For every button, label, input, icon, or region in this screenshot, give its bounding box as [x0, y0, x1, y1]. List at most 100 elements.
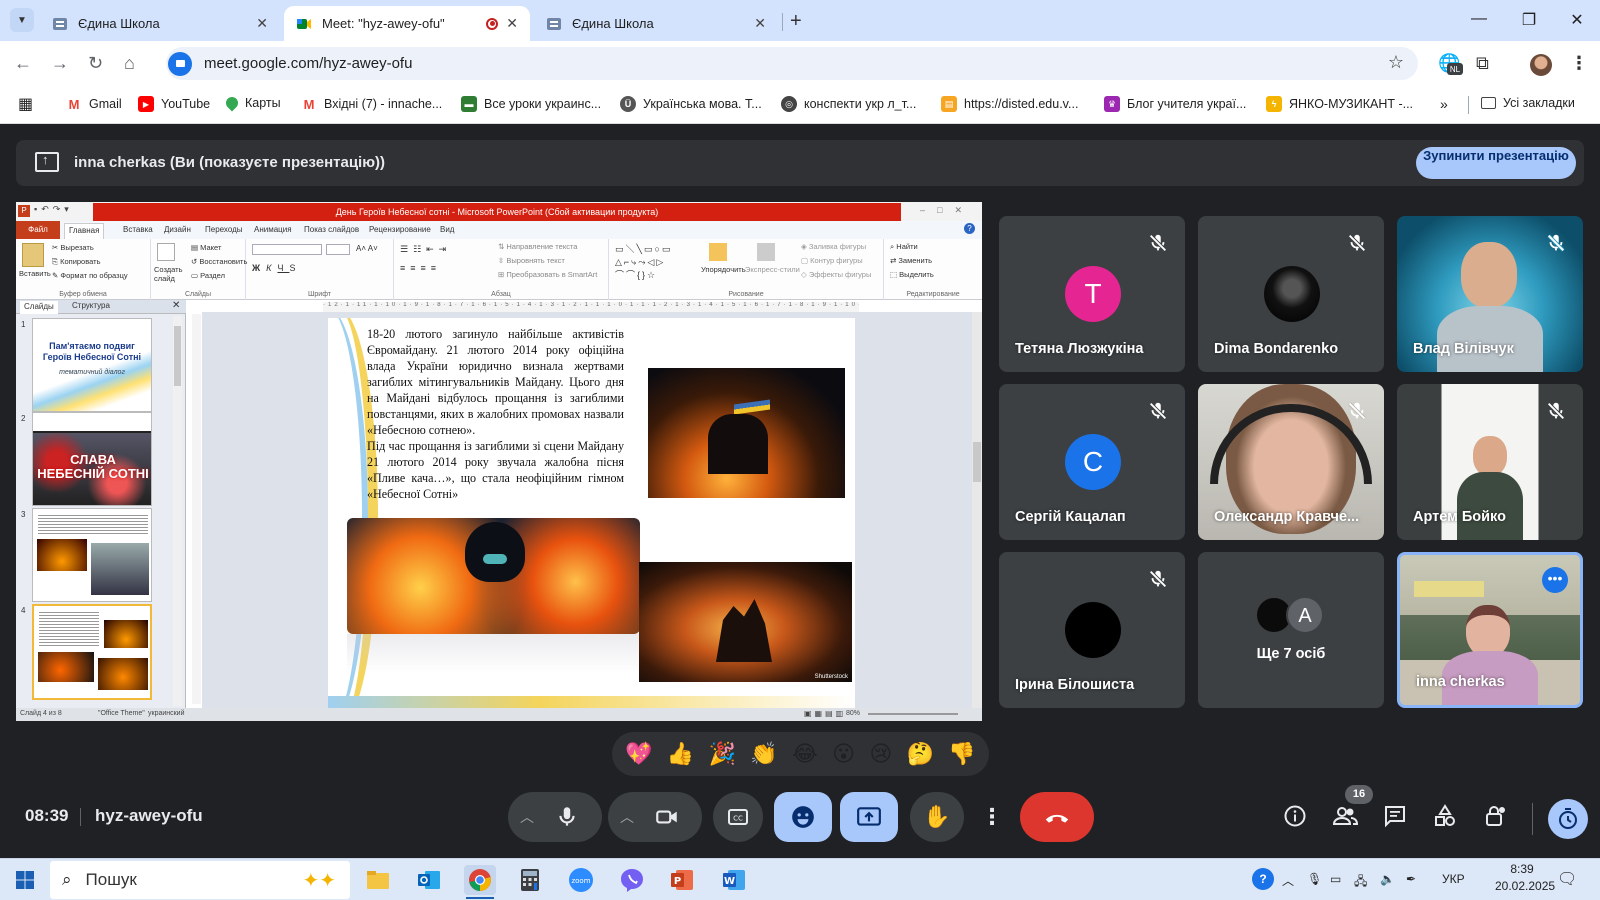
align-text-button[interactable]: ⇳ Выровнять текст — [498, 256, 565, 265]
activities-shapes-icon[interactable] — [1431, 804, 1459, 830]
arrange-icon[interactable] — [709, 243, 727, 261]
reaction-laugh-icon[interactable]: 😂 — [792, 741, 818, 767]
ppt-tab-transitions[interactable]: Переходы — [205, 225, 243, 234]
text-direction-button[interactable]: ⇅ Направление текста — [498, 242, 577, 251]
view-buttons[interactable]: ▣▦▤▥ — [804, 709, 846, 718]
file-explorer-icon[interactable] — [362, 865, 394, 895]
forward-arrow-icon[interactable]: → — [51, 53, 69, 74]
input-language[interactable]: УКР — [1442, 872, 1465, 886]
close-window-icon[interactable]: ✕ — [1562, 10, 1592, 30]
ppt-tab-animation[interactable]: Анимация — [254, 225, 292, 234]
participant-tile[interactable]: Ірина Білошиста — [999, 552, 1185, 708]
reset-button[interactable]: ↺ Восстановить — [191, 257, 247, 266]
bookmark-star-icon[interactable]: ☆ — [1388, 52, 1404, 73]
ppt-tab-view[interactable]: Вид — [440, 225, 454, 234]
browser-tab-meet[interactable]: Meet: "hyz-awey-ofu" ✕ — [284, 6, 530, 41]
slide-thumb-2[interactable]: СЛАВА НЕБЕСНІЙ СОТНІ — [32, 412, 152, 506]
bookmark-ukr-lang[interactable]: Ü Українська мова. Т... — [620, 96, 762, 112]
reaction-thumbs-up-icon[interactable]: 👍 — [667, 741, 694, 767]
slide-thumb-4[interactable] — [32, 604, 152, 700]
leave-call-button[interactable] — [1020, 792, 1094, 842]
slide-thumb-1[interactable]: Пам'ятаємо подвиг Героїв Небесної Сотні … — [32, 318, 152, 412]
help-icon[interactable]: ? — [964, 223, 975, 234]
more-options-button[interactable]: ⋮ — [974, 792, 1010, 842]
self-view-tile[interactable]: ••• inna cherkas — [1397, 552, 1583, 708]
reactions-button[interactable] — [774, 792, 832, 842]
shape-effects-button[interactable]: ◇ Эффекты фигуры — [801, 270, 871, 279]
tray-microphone-icon[interactable]: 🎙 — [1307, 872, 1322, 886]
panel-tab-slides[interactable]: Слайды — [20, 301, 58, 314]
slide-text-box[interactable]: 18-20 лютого загинуло найбільше активіст… — [367, 326, 624, 502]
meeting-code[interactable]: hyz-awey-ofu — [95, 806, 203, 826]
video-options-chevron-icon[interactable]: ︿ — [620, 807, 634, 827]
current-slide[interactable]: 18-20 лютого загинуло найбільше активіст… — [328, 318, 855, 708]
present-now-button[interactable] — [840, 792, 898, 842]
ppt-tab-design[interactable]: Дизайн — [164, 225, 191, 234]
viber-icon[interactable] — [616, 865, 648, 895]
participant-tile[interactable]: Влад Вілівчук — [1397, 216, 1583, 372]
format-painter-button[interactable]: ✎ Формат по образцу — [52, 271, 128, 280]
smartart-button[interactable]: ⊞ Преобразовать в SmartArt — [498, 270, 597, 279]
close-tab-icon[interactable]: ✕ — [256, 15, 268, 32]
bookmark-maps[interactable]: Карты — [223, 94, 281, 112]
list-icons[interactable]: ☰☷⇤⇥ — [400, 244, 451, 255]
browser-tab-1[interactable]: Єдина Школа ✕ — [40, 6, 280, 41]
more-options-dots-icon[interactable]: ••• — [1542, 567, 1568, 593]
reaction-thinking-icon[interactable]: 🤔 — [907, 741, 934, 767]
bookmark-disted[interactable]: ▤ https://disted.edu.v... — [941, 96, 1078, 112]
all-bookmarks-folder[interactable]: Усі закладки — [1481, 96, 1575, 110]
people-icon[interactable] — [1331, 804, 1359, 830]
reaction-party-icon[interactable]: 🎉 — [709, 741, 736, 767]
ppt-tab-review[interactable]: Рецензирование — [369, 225, 431, 234]
layout-button[interactable]: ▤ Макет — [191, 243, 221, 252]
arrange-label[interactable]: Упорядочить — [701, 265, 746, 274]
site-info-meet-icon[interactable] — [168, 51, 192, 76]
volume-icon[interactable]: 🔈 — [1380, 872, 1395, 886]
stop-presenting-button[interactable]: Зупинити презентацію — [1416, 147, 1576, 179]
windows-start-icon[interactable] — [9, 865, 41, 895]
camera-icon[interactable] — [654, 804, 680, 830]
reaction-thumbs-down-icon[interactable]: 👎 — [948, 741, 975, 767]
bookmark-konspekty[interactable]: ◎ конспекти укр л_т... — [781, 96, 916, 112]
new-slide-label[interactable]: Создать слайд — [154, 265, 188, 283]
shape-outline-button[interactable]: ▢ Контур фигуры — [801, 256, 863, 265]
participant-tile[interactable]: Артем Бойко — [1397, 384, 1583, 540]
thumbs-scrollbar[interactable] — [173, 316, 182, 706]
microphone-icon[interactable] — [554, 804, 580, 830]
pen-icon[interactable]: ✒ — [1406, 872, 1416, 886]
participant-tile[interactable]: Олександр Кравче... — [1198, 384, 1384, 540]
participant-tile[interactable]: Dima Bondarenko — [1198, 216, 1384, 372]
host-controls-lock-icon[interactable] — [1481, 804, 1509, 830]
chat-icon[interactable] — [1381, 804, 1409, 830]
font-size-select[interactable] — [326, 244, 350, 255]
raise-hand-button[interactable]: ✋ — [910, 792, 964, 842]
shapes-gallery[interactable]: ▭＼╲▭○▭ △⌐⤷⤳◁▷ ⌒⌒{}☆ — [615, 243, 697, 283]
new-slide-icon[interactable] — [157, 243, 175, 261]
bookmark-lessons[interactable]: ▬ Все уроки украинс... — [461, 96, 601, 112]
shape-fill-button[interactable]: ◈ Заливка фигуры — [801, 242, 866, 251]
ppt-vertical-scrollbar[interactable] — [972, 312, 982, 708]
ppt-tab-insert[interactable]: Вставка — [123, 225, 153, 234]
align-icons[interactable]: ≡≡≡≡ — [400, 263, 441, 273]
tray-chevron-up-icon[interactable]: ︿ — [1282, 872, 1294, 889]
grow-shrink-font-icon[interactable]: A˄ A˅ — [356, 244, 378, 253]
browser-menu-icon[interactable]: ⋮ — [1570, 53, 1588, 74]
calculator-icon[interactable] — [514, 865, 546, 895]
captions-button[interactable]: CC — [713, 792, 763, 842]
slide-thumb-3[interactable] — [32, 508, 152, 602]
scrollbar-thumb[interactable] — [174, 326, 181, 386]
copy-button[interactable]: ⎘ Копировать — [52, 257, 100, 267]
word-icon[interactable]: W — [718, 865, 750, 895]
paste-label[interactable]: Вставить — [19, 269, 51, 278]
reaction-surprised-icon[interactable]: 😮 — [832, 741, 855, 767]
bookmark-blog[interactable]: ♛ Блог учителя украї... — [1104, 96, 1246, 112]
profile-avatar[interactable] — [1530, 54, 1552, 76]
zoom-slider[interactable] — [868, 713, 958, 715]
network-icon[interactable]: 🖧 — [1354, 872, 1367, 893]
help-question-icon[interactable]: ? — [1252, 868, 1274, 890]
apps-grid-icon[interactable]: ▦ — [18, 94, 33, 114]
panel-tab-outline[interactable]: Структура — [72, 301, 110, 310]
bookmark-yanko[interactable]: ϟ ЯНКО-МУЗИКАНТ -... — [1266, 96, 1413, 112]
taskbar-search-box[interactable]: ⌕ Пошук ✦✦ — [50, 861, 350, 899]
find-button[interactable]: ⌕ Найти — [890, 242, 918, 252]
